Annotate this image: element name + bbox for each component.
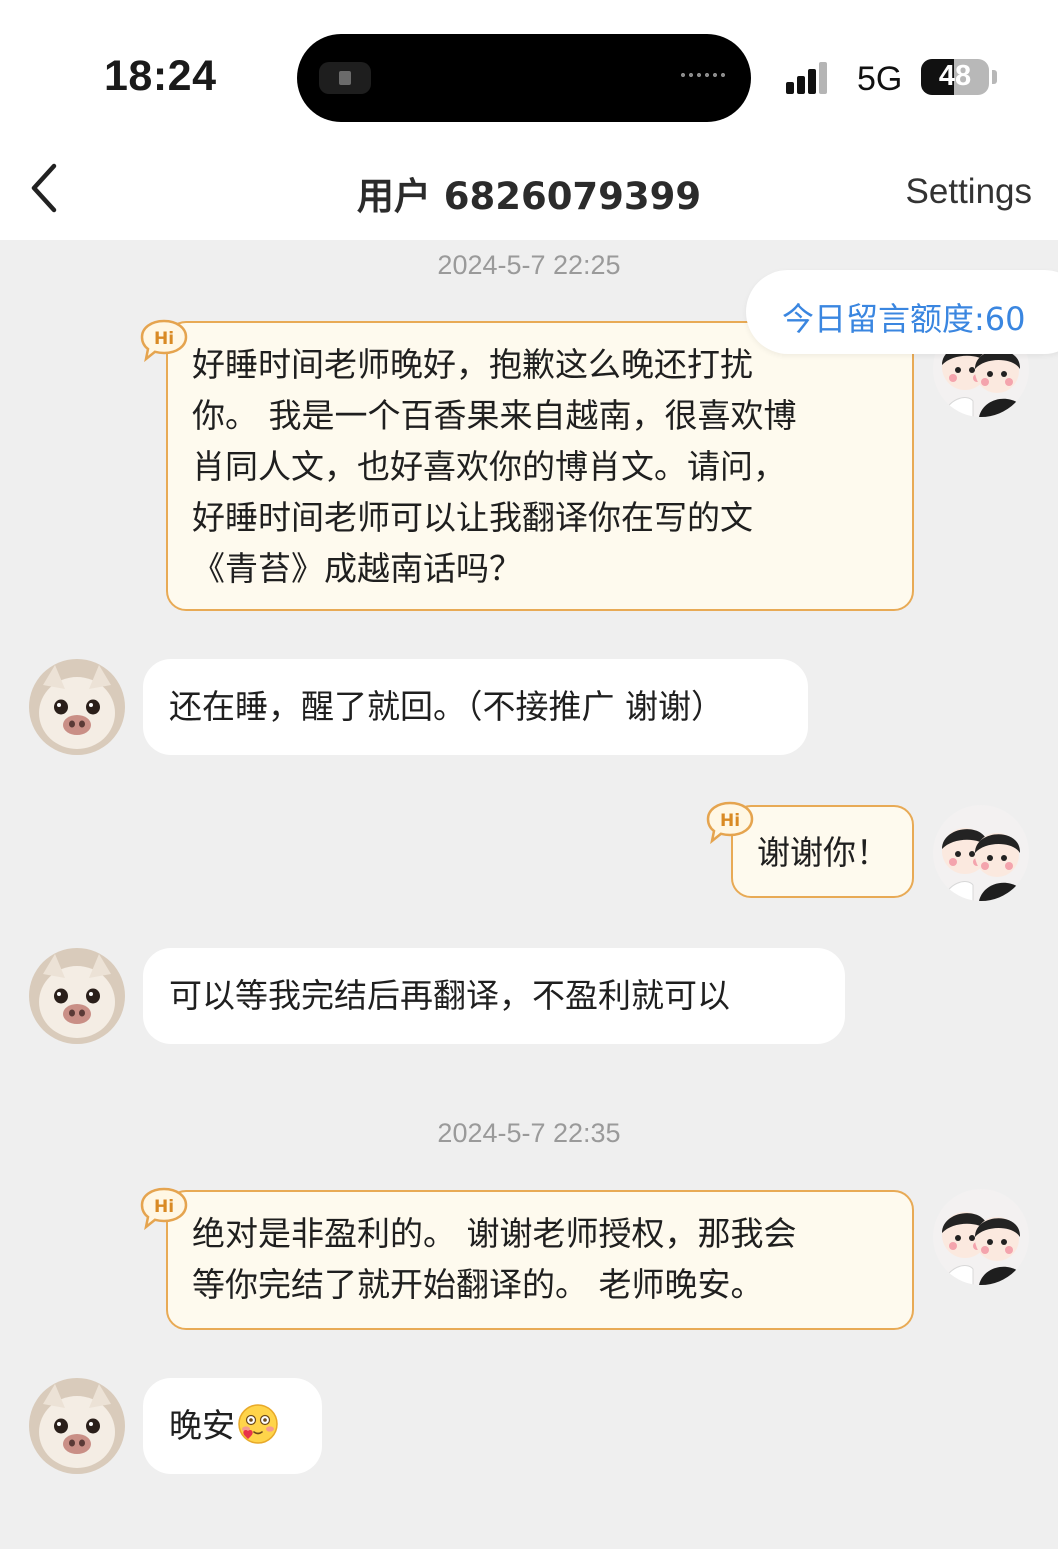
message-text: 晚安 — [169, 1406, 235, 1445]
daily-message-quota-label: 今日留言额度:60 — [782, 300, 1026, 338]
battery-percent: 48 — [938, 60, 972, 92]
network-type: 5G — [857, 60, 903, 98]
timestamp: 2024-5-7 22:35 — [437, 1118, 621, 1148]
audio-waveform-icon — [679, 72, 727, 78]
cellular-signal-icon — [786, 62, 828, 94]
hi-badge-label: Hi — [154, 329, 174, 349]
dynamic-island — [297, 34, 751, 122]
incoming-message[interactable]: 可以等我完结后再翻译，不盈利就可以 — [143, 948, 845, 1044]
contact-avatar[interactable] — [29, 659, 125, 755]
dog-avatar-icon — [29, 1378, 125, 1474]
dog-avatar-icon — [29, 948, 125, 1044]
contact-avatar[interactable] — [29, 948, 125, 1044]
outgoing-message[interactable]: 好睡时间老师晚好，抱歉这么晚还打扰 你。 我是一个百香果来自越南，很喜欢博 肖同… — [166, 321, 914, 611]
hi-badge-icon: Hi — [139, 1186, 189, 1231]
message-text: 绝对是非盈利的。 谢谢老师授权，那我会 等你完结了就开始翻译的。 老师晚安。 — [192, 1214, 797, 1304]
battery-cap — [992, 70, 997, 84]
self-avatar[interactable] — [933, 1189, 1029, 1285]
blushing-face-with-heart-icon — [237, 1403, 279, 1445]
daily-message-quota: 今日留言额度:60 — [746, 270, 1058, 354]
battery-icon: 48 — [921, 59, 989, 95]
self-avatar[interactable] — [933, 805, 1029, 901]
now-playing-artwork — [319, 62, 371, 94]
top-bar: 18:24 5G 48 用户 6826079399 Settings — [0, 0, 1058, 240]
message-text: 还在睡，醒了就回。（不接推广 谢谢） — [169, 687, 724, 726]
outgoing-message[interactable]: 绝对是非盈利的。 谢谢老师授权，那我会 等你完结了就开始翻译的。 老师晚安。 — [166, 1190, 914, 1330]
outgoing-message[interactable]: 谢谢你！ — [731, 805, 914, 898]
status-time: 18:24 — [104, 52, 217, 100]
dog-avatar-icon — [29, 659, 125, 755]
hi-badge-label: Hi — [720, 811, 740, 831]
message-text: 好睡时间老师晚好，抱歉这么晚还打扰 你。 我是一个百香果来自越南，很喜欢博 肖同… — [192, 345, 797, 588]
conversation-title: 用户 6826079399 — [356, 175, 702, 218]
message-text: 可以等我完结后再翻译，不盈利就可以 — [169, 976, 730, 1015]
couple-sticker-icon — [933, 1189, 1029, 1285]
hi-badge-icon: Hi — [139, 318, 189, 363]
couple-sticker-icon — [933, 805, 1029, 901]
incoming-message[interactable]: 晚安 — [143, 1378, 322, 1474]
hi-badge-label: Hi — [154, 1197, 174, 1217]
message-text: 谢谢你！ — [757, 833, 889, 872]
hi-badge-icon: Hi — [705, 800, 755, 845]
incoming-message[interactable]: 还在睡，醒了就回。（不接推广 谢谢） — [143, 659, 808, 755]
contact-avatar[interactable] — [29, 1378, 125, 1474]
settings-button[interactable]: Settings — [906, 172, 1032, 212]
